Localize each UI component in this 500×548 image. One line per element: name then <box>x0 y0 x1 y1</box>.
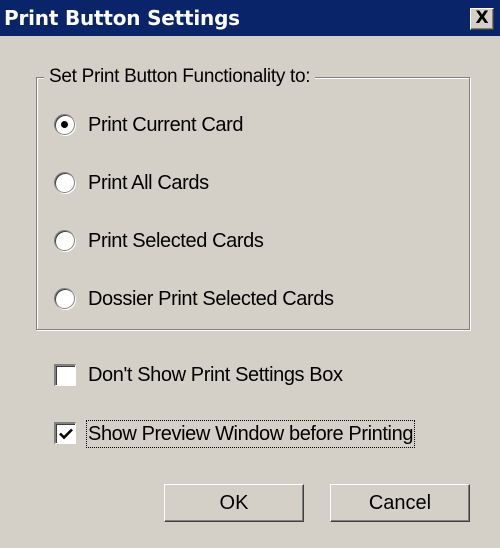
radio-button[interactable] <box>54 172 75 193</box>
radio-label: Dossier Print Selected Cards <box>88 288 334 310</box>
radio-label: Print Selected Cards <box>88 230 264 252</box>
radio-selected-dot <box>61 121 68 128</box>
radio-label: Print Current Card <box>88 114 244 136</box>
radio-button[interactable] <box>54 230 75 251</box>
radio-button[interactable] <box>54 288 75 309</box>
radio-button[interactable] <box>54 114 75 135</box>
group-legend: Set Print Button Functionality to: <box>44 64 316 90</box>
ok-button[interactable]: OK <box>164 484 304 522</box>
checkbox-label: Show Preview Window before Printing <box>86 420 416 448</box>
close-icon: X <box>475 8 489 28</box>
close-button[interactable]: X <box>470 8 494 30</box>
window-title: Print Button Settings <box>4 6 240 30</box>
checkbox-label: Don't Show Print Settings Box <box>88 364 343 386</box>
radio-label: Print All Cards <box>88 172 209 194</box>
cancel-button[interactable]: Cancel <box>330 484 470 522</box>
title-bar: Print Button Settings X <box>0 0 500 36</box>
checkbox[interactable] <box>54 422 76 444</box>
print-button-settings-dialog: Print Button Settings X Set Print Button… <box>0 0 500 548</box>
checkmark-icon <box>59 428 73 440</box>
checkbox[interactable] <box>54 364 76 386</box>
